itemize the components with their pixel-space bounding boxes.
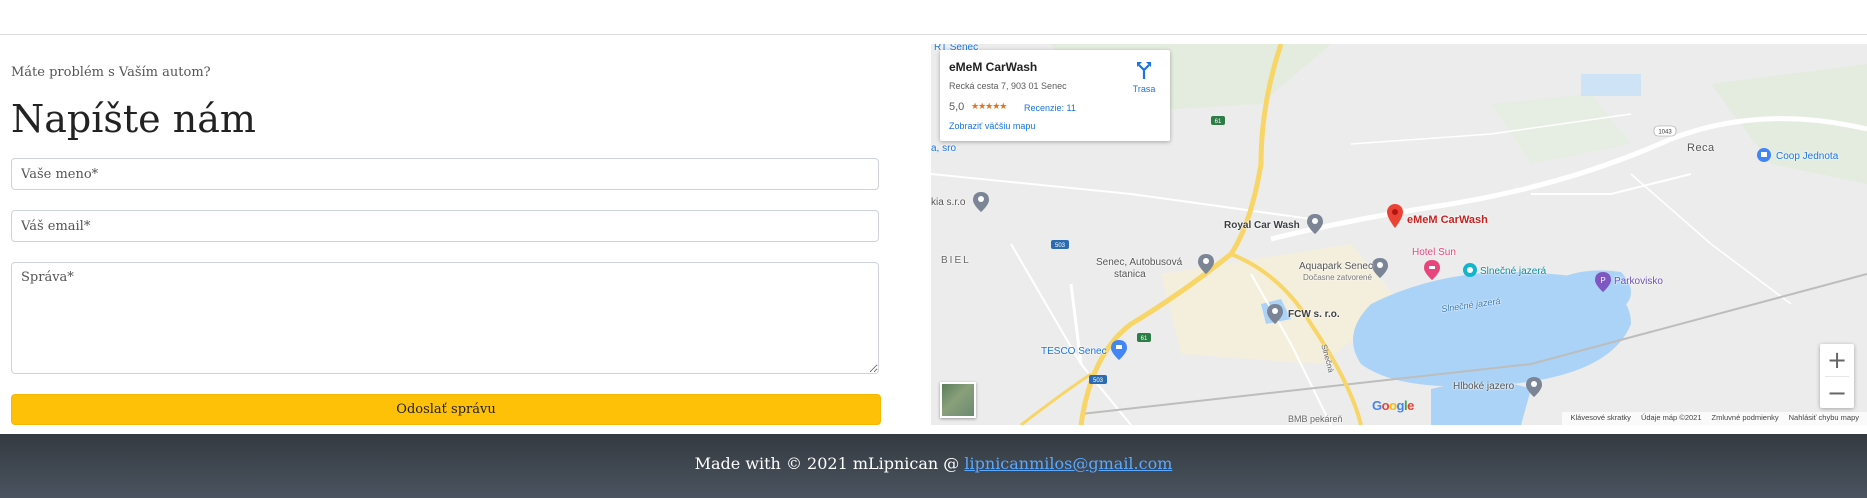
kia-pin-icon[interactable]: [973, 192, 989, 212]
directions-label: Trasa: [1132, 84, 1156, 94]
top-navbar: [0, 0, 1867, 35]
slnecne-pin-icon[interactable]: [1462, 262, 1478, 280]
reca-label: Reca: [1687, 142, 1715, 154]
road-shield-61-bottom: 61: [1137, 333, 1151, 342]
svg-text:61: 61: [1215, 119, 1222, 125]
contact-heading: Napíšte nám: [11, 97, 256, 141]
reviews-link[interactable]: Recenzie: 11: [1024, 103, 1076, 113]
hlboke-label: Hlboké jazero: [1453, 381, 1515, 392]
aquapark-status-label: Dočasne zatvorené: [1303, 273, 1372, 282]
tesco-pin-icon[interactable]: [1111, 340, 1127, 360]
name-input[interactable]: [11, 158, 879, 190]
footer-email-link[interactable]: lipnicanmilos@gmail.com: [964, 454, 1172, 473]
footer-text: Made with © 2021 mLipnican @ lipnicanmil…: [0, 454, 1867, 473]
hotel-pin-icon[interactable]: [1424, 260, 1440, 280]
slnecne-label: Slnečné jazerá: [1480, 266, 1547, 277]
place-name: eMeM CarWash: [949, 60, 1038, 74]
bus-station-label-1: Senec, Autobusová: [1096, 257, 1183, 268]
emem-pin-icon[interactable]: [1386, 204, 1404, 228]
parkovisko-pin-icon[interactable]: P: [1595, 272, 1611, 292]
terms-link[interactable]: Zmluvné podmienky: [1712, 413, 1779, 424]
road-shield-61-top: 61: [1211, 116, 1225, 125]
coop-label: Coop Jednota: [1776, 151, 1839, 162]
kia-label: kia s.r.o: [931, 197, 966, 208]
place-address: Recká cesta 7, 903 01 Senec: [949, 81, 1067, 91]
sro-label: a, sro: [931, 143, 957, 154]
bus-station-pin-icon[interactable]: [1198, 254, 1214, 274]
aquapark-pin-icon[interactable]: [1372, 258, 1388, 278]
coop-pin-icon[interactable]: [1756, 147, 1772, 165]
bus-station-label-2: stanica: [1114, 269, 1146, 280]
road-shield-503-bottom: 503: [1089, 375, 1107, 384]
page-footer: Made with © 2021 mLipnican @ lipnicanmil…: [0, 434, 1867, 498]
contact-kicker: Máte problém s Vaším autom?: [11, 65, 211, 80]
parkovisko-label: Parkovisko: [1614, 276, 1663, 287]
royal-carwash-label: Royal Car Wash: [1224, 220, 1300, 231]
svg-text:503: 503: [1093, 378, 1104, 384]
hlboke-pin-icon[interactable]: [1526, 377, 1542, 397]
fcw-pin-icon[interactable]: [1267, 304, 1283, 324]
emem-map-label: eMeM CarWash: [1407, 214, 1488, 226]
svg-text:61: 61: [1141, 336, 1148, 342]
royal-carwash-pin-icon[interactable]: [1307, 214, 1323, 234]
zoom-out-button[interactable]: −: [1820, 377, 1854, 409]
rating-stars-icon: ★★★★★: [971, 101, 1007, 111]
map-layers-toggle[interactable]: [940, 382, 976, 418]
svg-text:503: 503: [1055, 243, 1066, 249]
svg-text:1043: 1043: [1658, 130, 1672, 136]
tesco-label: TESCO Senec: [1041, 346, 1107, 357]
view-larger-map-link[interactable]: Zobraziť väčšiu mapu: [949, 121, 1035, 131]
google-logo: Google: [1372, 398, 1414, 413]
email-input[interactable]: [11, 210, 879, 242]
road-shield-1043: 1043: [1653, 125, 1677, 137]
footer-credit: Made with © 2021 mLipnican @: [694, 454, 960, 473]
aquapark-label: Aquapark Senec: [1299, 261, 1373, 272]
svg-text:P: P: [1600, 276, 1605, 285]
biel-label: BIEL: [941, 255, 971, 266]
zoom-in-button[interactable]: +: [1820, 344, 1854, 376]
zoom-controls: + −: [1820, 344, 1854, 408]
road-shield-503: 503: [1051, 240, 1069, 249]
place-info-card: eMeM CarWash Recká cesta 7, 903 01 Senec…: [940, 50, 1170, 141]
send-message-button[interactable]: Odoslať správu: [11, 394, 881, 425]
map-data-credit: Údaje máp ©2021: [1640, 413, 1702, 422]
keyboard-shortcuts-link[interactable]: Klávesové skratky: [1570, 413, 1630, 424]
directions-button[interactable]: Trasa: [1126, 59, 1162, 99]
google-map[interactable]: 61 503 1043 61 503 eMeM CarWash Royal Ca…: [931, 44, 1867, 425]
report-error-link[interactable]: Nahlásiť chybu mapy: [1789, 413, 1859, 424]
message-textarea[interactable]: [11, 262, 879, 374]
bmb-label: BMB pekáreň: [1288, 414, 1343, 424]
fcw-label: FCW s. r.o.: [1288, 309, 1340, 320]
map-attribution: Klávesové skratky Údaje máp ©2021 Zmluvn…: [1562, 412, 1867, 425]
directions-icon: [1137, 62, 1151, 79]
hotel-label: Hotel Sun: [1412, 247, 1456, 258]
place-rating: 5,0: [949, 101, 965, 113]
